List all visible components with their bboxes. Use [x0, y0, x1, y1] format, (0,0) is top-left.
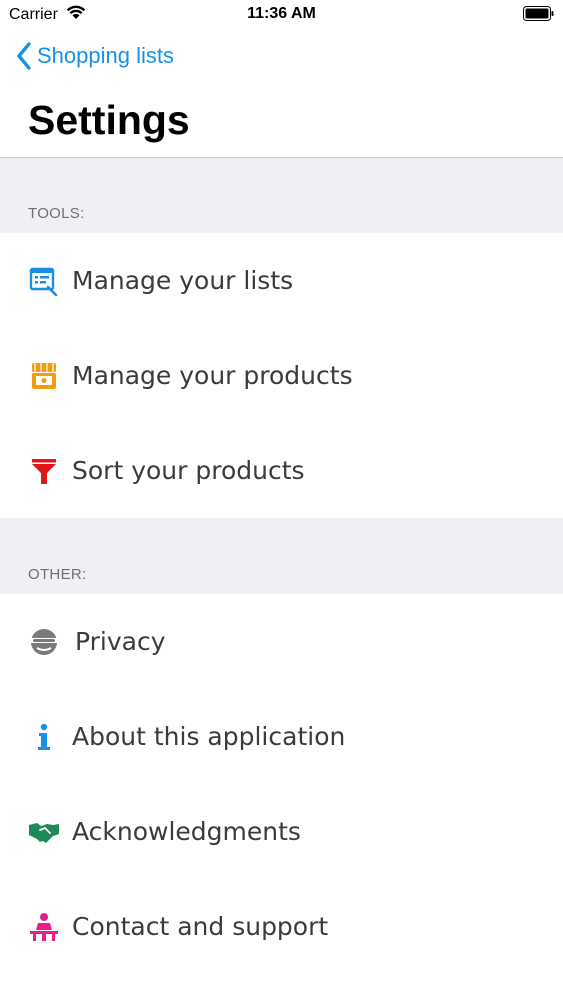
settings-item-label: Acknowledgments	[72, 817, 301, 846]
section-header-label: OTHER:	[28, 566, 87, 583]
list-edit-icon	[28, 265, 60, 297]
settings-item-contact-support[interactable]: Contact and support	[0, 879, 563, 974]
funnel-icon	[28, 455, 60, 487]
settings-item-label: Privacy	[75, 627, 166, 656]
settings-item-label: About this application	[72, 722, 346, 751]
settings-item-manage-lists[interactable]: Manage your lists	[0, 233, 563, 328]
back-button-label: Shopping lists	[37, 43, 174, 68]
status-time: 11:36 AM	[247, 5, 316, 22]
settings-item-manage-products[interactable]: Manage your products	[0, 328, 563, 423]
section-header-other: OTHER:	[0, 518, 563, 594]
settings-item-about[interactable]: About this application	[0, 689, 563, 784]
status-bar: Carrier 11:36 AM	[0, 0, 563, 30]
settings-item-acknowledgments[interactable]: Acknowledgments	[0, 784, 563, 879]
battery-icon	[523, 6, 554, 21]
settings-screen: Carrier 11:36 AM Shopping lists Settings…	[0, 0, 563, 1000]
settings-item-label: Contact and support	[72, 912, 329, 941]
info-icon	[28, 721, 60, 753]
settings-item-privacy[interactable]: Privacy	[0, 594, 563, 689]
settings-item-sort-products[interactable]: Sort your products	[0, 423, 563, 518]
back-button[interactable]: Shopping lists	[16, 42, 174, 70]
settings-item-label: Sort your products	[72, 456, 305, 485]
settings-item-label: Manage your products	[72, 361, 353, 390]
handshake-icon	[28, 816, 60, 848]
section-header-tools: TOOLS:	[0, 158, 563, 233]
chevron-left-icon	[17, 42, 31, 70]
settings-item-label: Manage your lists	[72, 266, 294, 295]
privacy-spy-icon	[28, 626, 60, 658]
page-title: Settings	[28, 97, 190, 143]
section-header-label: TOOLS:	[28, 205, 85, 222]
support-person-icon	[28, 911, 60, 943]
shop-icon	[28, 360, 60, 392]
